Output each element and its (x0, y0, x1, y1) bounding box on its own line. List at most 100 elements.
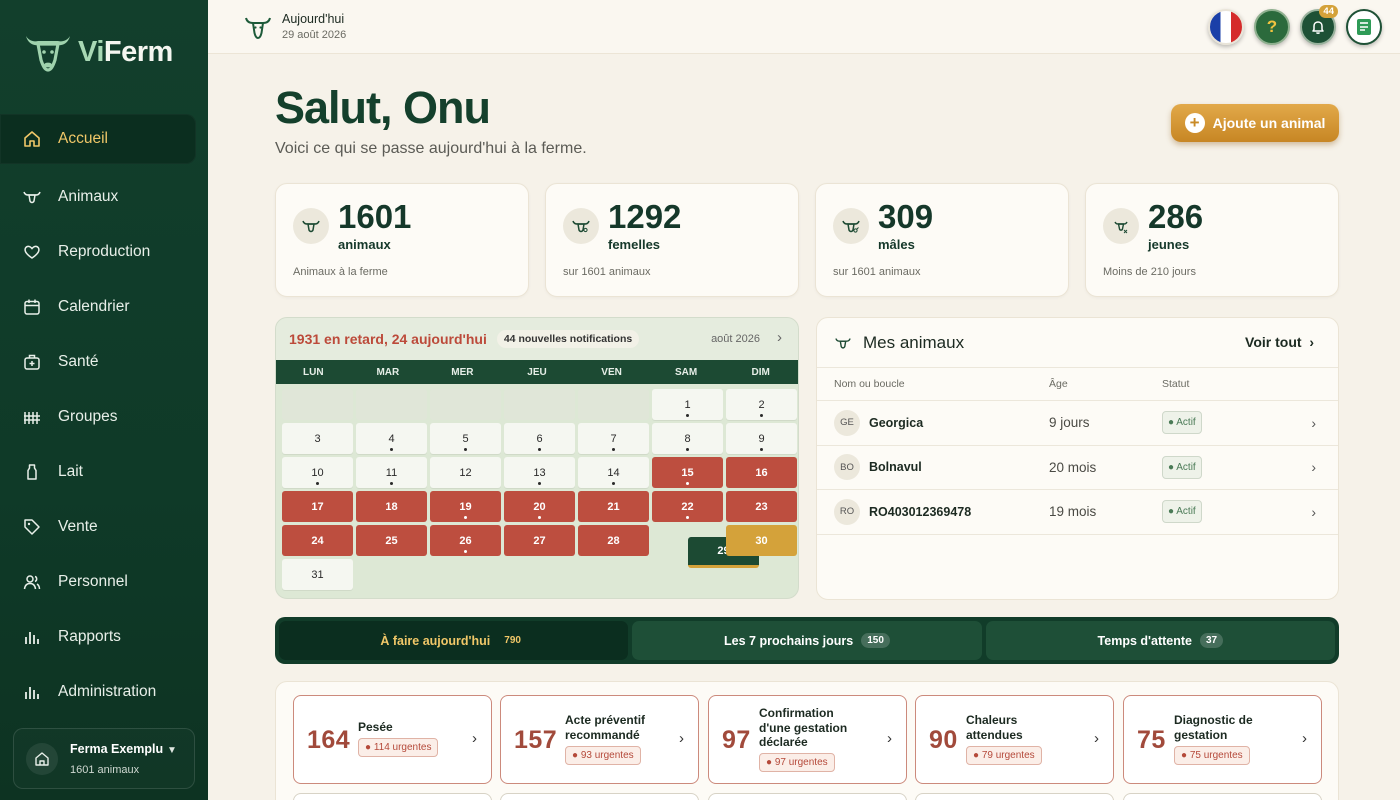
calendar-day[interactable]: 23 (726, 491, 797, 522)
calendar-day-number: 11 (385, 466, 398, 479)
task-card-gestation-confirmation[interactable]: 97 Confirmation d'une gestation déclarée… (708, 695, 907, 784)
calendar-day[interactable]: 31 (282, 559, 353, 590)
calendar-day[interactable]: 11 (356, 457, 427, 488)
app-logo[interactable]: ViFerm (22, 28, 173, 76)
task-card-partial[interactable] (915, 793, 1114, 800)
calendar-day[interactable]: 8 (652, 423, 723, 454)
calendar-day[interactable]: 21 (578, 491, 649, 522)
calendar-day[interactable]: 22 (652, 491, 723, 522)
calendar-widget: 1931 en retard, 24 aujourd'hui 44 nouvel… (275, 317, 799, 599)
task-card-heat[interactable]: 90 Chaleurs attendues ● 79 urgentes › (915, 695, 1114, 784)
calendar-day[interactable]: 14 (578, 457, 649, 488)
calendar-day-number: 19 (459, 500, 472, 513)
sidebar-item-vente[interactable]: Vente (0, 499, 196, 554)
calendar-day-number: 22 (681, 500, 694, 513)
sidebar-item-rapports[interactable]: Rapports (0, 609, 196, 664)
sidebar-item-personnel[interactable]: Personnel (0, 554, 196, 609)
table-row[interactable]: GE Georgica 9 jours ● Actif › (817, 401, 1338, 446)
calendar-day-number: 9 (758, 432, 765, 445)
weekday-label: LUN (303, 366, 324, 378)
calendar-day[interactable]: 12 (430, 457, 501, 488)
calendar-day[interactable]: 13 (504, 457, 575, 488)
task-card-preventive[interactable]: 157 Acte préventif recommandé ● 93 urgen… (500, 695, 699, 784)
task-card-gestation-diagnosis[interactable]: 75 Diagnostic de gestation ● 75 urgentes… (1123, 695, 1322, 784)
late-summary[interactable]: 1931 en retard, 24 aujourd'hui (289, 331, 487, 347)
stat-card-animals[interactable]: 1601 animaux Animaux à la ferme (275, 183, 529, 297)
language-flag-icon[interactable] (1208, 9, 1244, 45)
tab-label: À faire aujourd'hui (380, 633, 491, 648)
tab-label: Les 7 prochains jours (724, 633, 854, 648)
task-count: 97 (722, 726, 751, 754)
chevron-right-icon[interactable]: › (777, 329, 782, 346)
sidebar-item-accueil[interactable]: Accueil (0, 114, 196, 164)
calendar-day[interactable]: 7 (578, 423, 649, 454)
tab-count: 37 (1199, 633, 1224, 648)
plus-icon: + (1184, 113, 1205, 133)
calendar-day[interactable]: 16 (726, 457, 797, 488)
task-label: Chaleurs attendues (966, 713, 1023, 742)
calendar-day-number: 5 (462, 432, 469, 445)
sidebar-item-label: Groupes (58, 407, 118, 425)
cow-icon (835, 337, 851, 349)
calendar-day[interactable]: 17 (282, 491, 353, 522)
tab-today[interactable]: À faire aujourd'hui 790 (279, 621, 629, 660)
stat-card-males[interactable]: 309 mâles sur 1601 animaux (815, 183, 1069, 297)
chevron-right-icon: › (1311, 503, 1316, 520)
calendar-day[interactable]: 9 (726, 423, 797, 454)
task-card-partial[interactable] (1123, 793, 1322, 800)
event-dot (538, 516, 541, 519)
calendar-day[interactable]: 15 (652, 457, 723, 488)
calendar-day[interactable]: 3 (282, 423, 353, 454)
add-animal-button[interactable]: + Ajoute un animal (1171, 104, 1339, 142)
calendar-day[interactable]: 30 (726, 525, 797, 556)
event-dot (760, 448, 763, 451)
task-card-pesee[interactable]: 164 Pesée ● 114 urgentes › (293, 695, 492, 784)
calendar-day[interactable]: 1 (652, 389, 723, 420)
calendar-day[interactable]: 18 (356, 491, 427, 522)
calendar-day[interactable]: 24 (282, 525, 353, 556)
stat-card-females[interactable]: 1292 femelles sur 1601 animaux (545, 183, 799, 297)
stat-value: 286 (1148, 198, 1204, 235)
calendar-day[interactable]: 28 (578, 525, 649, 556)
calendar-day[interactable]: 27 (504, 525, 575, 556)
sidebar-item-lait[interactable]: Lait (0, 444, 196, 499)
calendar-day[interactable]: 19 (430, 491, 501, 522)
calendar-day-empty (356, 389, 427, 420)
sidebar-item-animaux[interactable]: Animaux (0, 169, 196, 224)
calf-icon (1103, 208, 1139, 244)
weekday-label: SAM (675, 366, 698, 378)
urgent-badge: ● 93 urgentes (565, 746, 641, 765)
table-row[interactable]: RO RO403012369478 19 mois ● Actif › (817, 490, 1338, 535)
help-button[interactable]: ? (1254, 9, 1290, 45)
task-card-partial[interactable] (500, 793, 699, 800)
task-card-partial[interactable] (293, 793, 492, 800)
calendar-day[interactable]: 20 (504, 491, 575, 522)
calendar-day-empty (282, 389, 353, 420)
sidebar-item-calendrier[interactable]: Calendrier (0, 279, 196, 334)
farm-selector[interactable]: Ferma Exemplu 1601 animaux ▼ (13, 728, 195, 789)
app-menu-button[interactable] (1346, 9, 1382, 45)
tab-waiting-time[interactable]: Temps d'attente 37 (985, 621, 1335, 660)
calendar-day[interactable]: 26 (430, 525, 501, 556)
users-icon (22, 572, 42, 592)
sidebar-item-administration[interactable]: Administration (0, 664, 196, 719)
calendar-day[interactable]: 5 (430, 423, 501, 454)
calendar-day[interactable]: 4 (356, 423, 427, 454)
notifications-pill[interactable]: 44 nouvelles notifications (496, 330, 640, 348)
notifications-button[interactable]: 44 (1300, 5, 1338, 45)
sidebar-item-sante[interactable]: Santé (0, 334, 196, 389)
calendar-day[interactable]: 10 (282, 457, 353, 488)
calendar-day[interactable]: 25 (356, 525, 427, 556)
table-row[interactable]: BO Bolnavul 20 mois ● Actif › (817, 446, 1338, 490)
sidebar-item-reproduction[interactable]: Reproduction (0, 224, 196, 279)
sidebar-item-groupes[interactable]: Groupes (0, 389, 196, 444)
see-all-link[interactable]: Voir tout › (1245, 334, 1314, 350)
document-icon (1357, 19, 1371, 35)
tab-next-7-days[interactable]: Les 7 prochains jours 150 (632, 621, 982, 660)
calendar-day[interactable]: 2 (726, 389, 797, 420)
stat-card-young[interactable]: 286 jeunes Moins de 210 jours (1085, 183, 1339, 297)
calendar-day[interactable]: 6 (504, 423, 575, 454)
task-card-partial[interactable] (708, 793, 907, 800)
stat-unit: mâles (878, 237, 915, 252)
calendar-header: 1931 en retard, 24 aujourd'hui 44 nouvel… (276, 318, 798, 360)
